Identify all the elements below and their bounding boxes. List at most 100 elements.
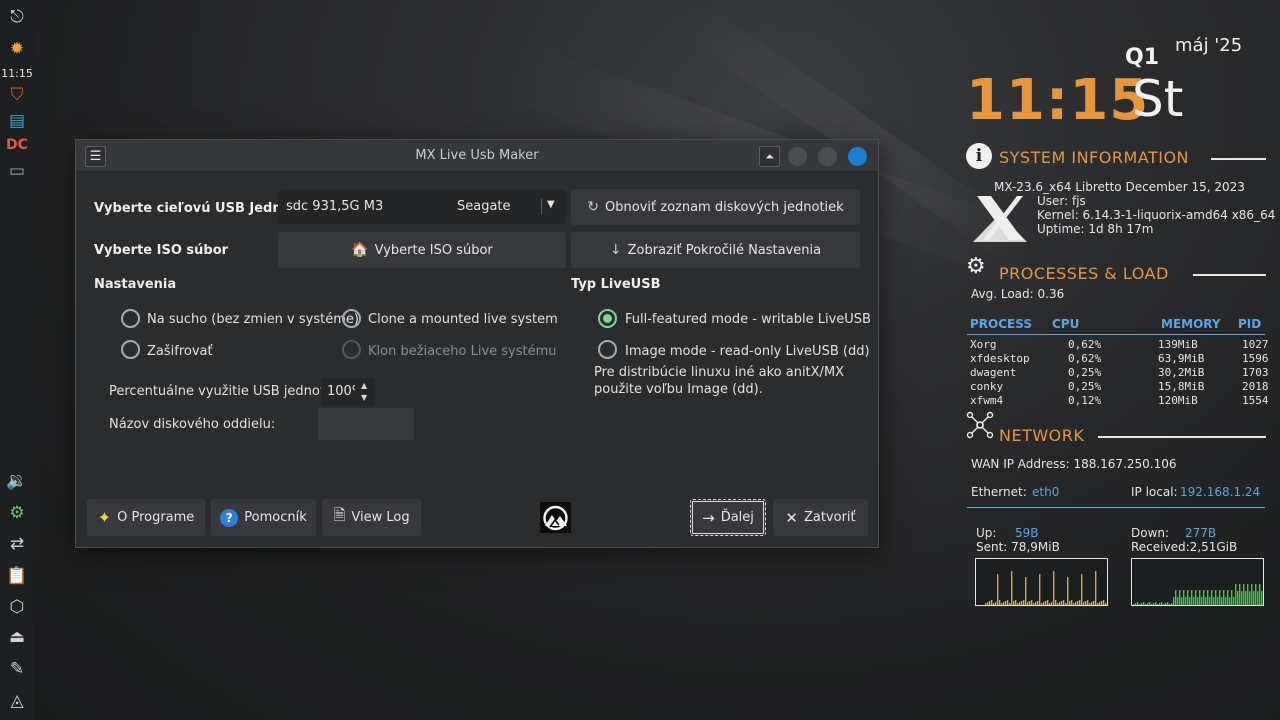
window-title: MX Live Usb Maker — [415, 148, 539, 163]
graph-bar — [1099, 602, 1101, 605]
graph-bar — [1231, 590, 1233, 605]
partition-name-input[interactable] — [318, 408, 414, 440]
next-label: Ďalej — [720, 510, 754, 525]
help-button[interactable]: ? Pomocník — [211, 499, 316, 536]
graph-bar — [1067, 577, 1069, 605]
graph-bar — [1093, 601, 1095, 605]
conky-day: St — [1132, 70, 1184, 128]
graph-bar — [1143, 602, 1145, 605]
graph-bar — [1013, 601, 1015, 605]
minimize-button[interactable] — [788, 147, 807, 166]
select-iso-button[interactable]: 🏠 Vyberte ISO súbor — [278, 232, 566, 268]
notes-icon[interactable]: ✎ — [4, 656, 30, 682]
panel-clock[interactable]: 11:15 — [0, 67, 34, 80]
graph-bar — [999, 600, 1001, 605]
close-window-button[interactable] — [848, 147, 867, 166]
usb-device-select[interactable]: sdc 931,5G M3 Seagate ▼ — [278, 190, 566, 224]
graph-bar — [1063, 600, 1065, 605]
process-pid-cell: 1554 — [1242, 394, 1269, 407]
full-featured-label[interactable]: Full-featured mode - writable LiveUSB — [625, 312, 871, 327]
close-button[interactable]: ✕ Zatvoriť — [773, 499, 868, 536]
package-box-icon[interactable]: ⬡ — [4, 594, 30, 620]
about-button[interactable]: ✦ O Programe — [87, 499, 205, 536]
col-pid: PID — [1238, 317, 1262, 331]
process-cpu-cell: 0,62% — [1068, 352, 1102, 365]
process-pid-cell: 1596 — [1242, 352, 1269, 365]
logout-icon[interactable]: ⎋ — [4, 4, 30, 30]
graph-bar — [1025, 577, 1027, 605]
select-iso-label: Vyberte ISO súbor — [374, 242, 493, 258]
graph-bar — [1221, 597, 1223, 605]
spin-up-icon[interactable]: ▲ — [361, 381, 367, 390]
full-featured-radio[interactable] — [598, 309, 617, 328]
graph-bar — [1055, 600, 1057, 605]
weather-sun-icon[interactable]: ✹ — [4, 36, 30, 62]
processes-underline — [1193, 274, 1266, 276]
dry-run-radio[interactable] — [121, 309, 140, 328]
upload-graph — [975, 558, 1108, 606]
graph-bar — [1177, 597, 1179, 605]
graph-bar — [993, 603, 995, 605]
graph-bar — [1029, 601, 1031, 605]
show-advanced-button[interactable]: ↓ Zobraziť Pokročilé Nastavenia — [571, 232, 860, 268]
view-log-button[interactable]: 🗎 View Log — [322, 499, 421, 536]
up-value: 59B — [1015, 526, 1039, 540]
graph-bar — [1151, 604, 1153, 605]
refresh-drives-button[interactable]: ↻ Obnoviť zoznam diskových jednotiek — [571, 189, 860, 225]
graph-bar — [1157, 604, 1159, 605]
graph-bar — [1181, 597, 1183, 605]
graph-bar — [1149, 602, 1151, 605]
next-button[interactable]: → Ďalej — [690, 499, 766, 536]
disk-add-icon[interactable]: ▭ — [4, 158, 30, 184]
graph-bar — [1229, 597, 1231, 605]
col-cpu: CPU — [1052, 317, 1080, 331]
spin-down-icon[interactable]: ▼ — [361, 393, 367, 402]
volume-icon[interactable]: 🔉 — [4, 468, 30, 494]
usb-usage-spinbox[interactable]: 100% ▲ ▼ — [321, 378, 374, 406]
star-icon: ✦ — [97, 508, 112, 527]
process-pid-cell: 1027 — [1242, 338, 1269, 351]
graph-bar — [1173, 597, 1175, 605]
titlebar[interactable]: ☰ MX Live Usb Maker ⏶ — [76, 140, 878, 172]
combo-separator — [541, 199, 542, 215]
clipboard-icon[interactable]: 📋 — [4, 563, 30, 589]
maximize-button[interactable] — [818, 147, 837, 166]
keep-above-icon[interactable]: ⏶ — [759, 146, 780, 167]
dry-run-label[interactable]: Na sucho (bez zmien v systéme) — [147, 312, 359, 327]
graph-bar — [1079, 600, 1081, 605]
graph-bar — [1227, 590, 1229, 605]
process-pid-cell: 2018 — [1242, 380, 1269, 393]
graph-bar — [1147, 603, 1149, 605]
clone-mounted-label[interactable]: Clone a mounted live system — [368, 312, 558, 327]
graph-bar — [1135, 603, 1137, 605]
clone-running-radio — [342, 340, 361, 359]
text-editor-icon[interactable]: ▤ — [4, 108, 30, 134]
process-name-cell: dwagent — [970, 366, 1017, 379]
usb-usage-value[interactable]: 100% — [327, 384, 355, 399]
double-commander-icon[interactable]: DC — [4, 132, 30, 158]
process-table-rule — [967, 334, 1265, 335]
graph-bar — [1043, 602, 1045, 605]
mx-logo-icon[interactable]: ◬ — [4, 688, 30, 714]
network-arrows-icon[interactable]: ⇄ — [4, 531, 30, 557]
help-icon: ? — [220, 508, 239, 527]
encrypt-label[interactable]: Zašifrovať — [147, 344, 213, 359]
view-log-label: View Log — [351, 510, 410, 525]
graph-bar — [1091, 602, 1093, 605]
graph-bar — [1207, 590, 1209, 605]
clone-mounted-radio[interactable] — [342, 309, 361, 328]
image-mode-label[interactable]: Image mode - read-only LiveUSB (dd) — [625, 344, 870, 359]
chevron-down-icon[interactable]: ▼ — [547, 199, 555, 210]
eject-icon[interactable]: ⏏ — [4, 624, 30, 650]
image-mode-radio[interactable] — [598, 340, 617, 359]
refresh-icon: ↻ — [587, 199, 600, 215]
settings-gear-icon[interactable]: ⚙ — [4, 500, 30, 526]
mx-live-usb-maker-window: ☰ MX Live Usb Maker ⏶ Vyberte cieľovú US… — [75, 139, 879, 548]
process-cpu-cell: 0,12% — [1068, 394, 1102, 407]
graph-bar — [1263, 584, 1264, 606]
sysinfo-header: SYSTEM INFORMATION — [999, 148, 1190, 167]
col-memory: MEMORY — [1161, 317, 1221, 331]
process-pid-cell: 1703 — [1242, 366, 1269, 379]
brave-browser-icon[interactable]: ⛉ — [4, 82, 30, 108]
encrypt-radio[interactable] — [121, 340, 140, 359]
